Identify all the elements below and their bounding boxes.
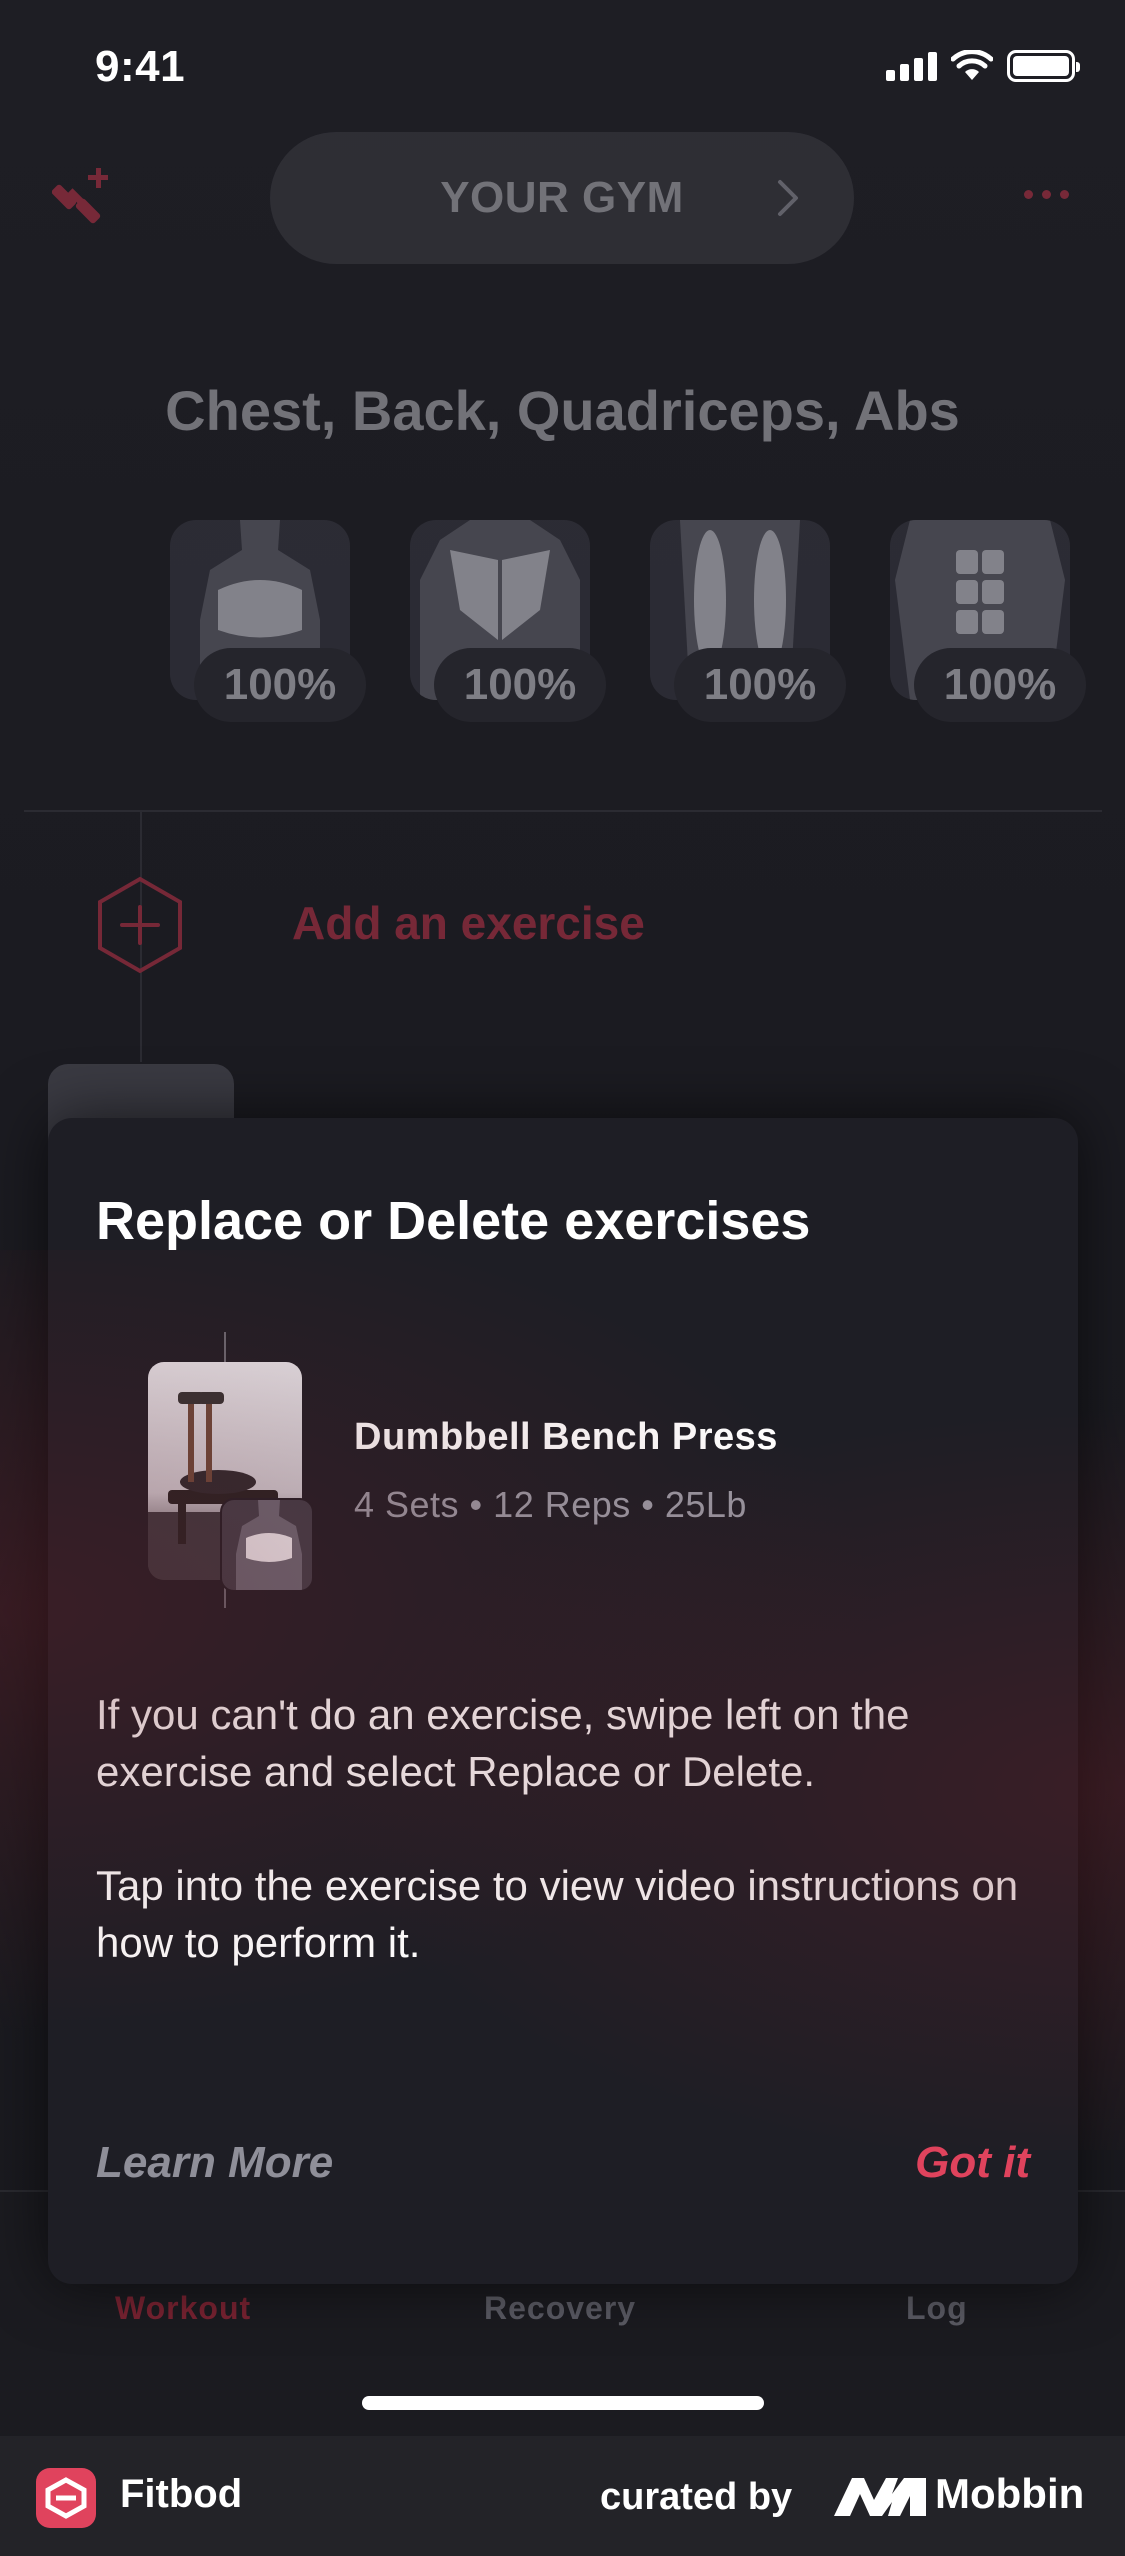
muscle-card-back[interactable]: 100%: [410, 520, 606, 722]
muscle-card-abs[interactable]: 100%: [890, 520, 1086, 722]
app-screen: 9:41 YOUR GYM Chest, Back, Quadriceps, A…: [0, 0, 1125, 2436]
tip-modal: Replace or Delete exercises Dumbbell Ben…: [48, 1118, 1078, 2284]
learn-more-button[interactable]: Learn More: [96, 2138, 333, 2188]
chest-muscle-icon: [220, 1498, 314, 1592]
wifi-icon: [951, 50, 993, 80]
section-divider: [24, 810, 1102, 812]
muscle-percent: 100%: [674, 648, 846, 722]
status-bar: 9:41: [0, 0, 1125, 140]
muscle-card-chest[interactable]: 100%: [170, 520, 366, 722]
muscle-groups-title: Chest, Back, Quadriceps, Abs: [165, 379, 960, 442]
fitbod-logo-icon: [36, 2468, 96, 2528]
footer-bar: Fitbod curated by Mobbin: [0, 2436, 1125, 2556]
home-indicator: [362, 2396, 764, 2410]
muscle-percent: 100%: [434, 648, 606, 722]
got-it-button[interactable]: Got it: [915, 2138, 1030, 2188]
tab-log[interactable]: Log: [906, 2290, 968, 2327]
tab-workout[interactable]: Workout: [115, 2290, 251, 2327]
modal-title: Replace or Delete exercises: [96, 1191, 811, 1251]
modal-paragraph: Tap into the exercise to view video inst…: [96, 1862, 1019, 1966]
your-gym-button[interactable]: YOUR GYM: [270, 132, 854, 264]
add-equipment-icon[interactable]: [52, 164, 118, 230]
footer-app-name: Fitbod: [120, 2472, 243, 2516]
chevron-right-icon: [778, 180, 798, 216]
status-time: 9:41: [95, 42, 186, 91]
mobbin-brand: Mobbin: [935, 2470, 1085, 2517]
mobbin-logo-icon: [834, 2478, 926, 2516]
curated-by-label: curated by: [600, 2476, 793, 2518]
muscle-card-quadriceps[interactable]: 100%: [650, 520, 846, 722]
modal-body: If you can't do an exercise, swipe left …: [96, 1686, 1036, 2028]
cellular-signal-icon: [886, 51, 937, 81]
modal-paragraph: If you can't do an exercise, swipe left …: [96, 1691, 910, 1795]
tab-recovery[interactable]: Recovery: [484, 2290, 636, 2327]
muscle-percent: 100%: [914, 648, 1086, 722]
muscle-percent: 100%: [194, 648, 366, 722]
battery-icon: [1007, 50, 1080, 82]
gym-label: YOUR GYM: [440, 173, 684, 222]
muscle-list: 100% 100% 100% 100%: [170, 520, 1086, 722]
exercise-meta: 4 Sets • 12 Reps • 25Lb: [354, 1484, 747, 1525]
exercise-name: Dumbbell Bench Press: [354, 1416, 778, 1458]
status-icons: [886, 50, 1080, 82]
add-exercise-icon[interactable]: [95, 875, 185, 975]
more-options-icon[interactable]: [1024, 190, 1069, 199]
add-exercise-button[interactable]: Add an exercise: [292, 896, 645, 950]
